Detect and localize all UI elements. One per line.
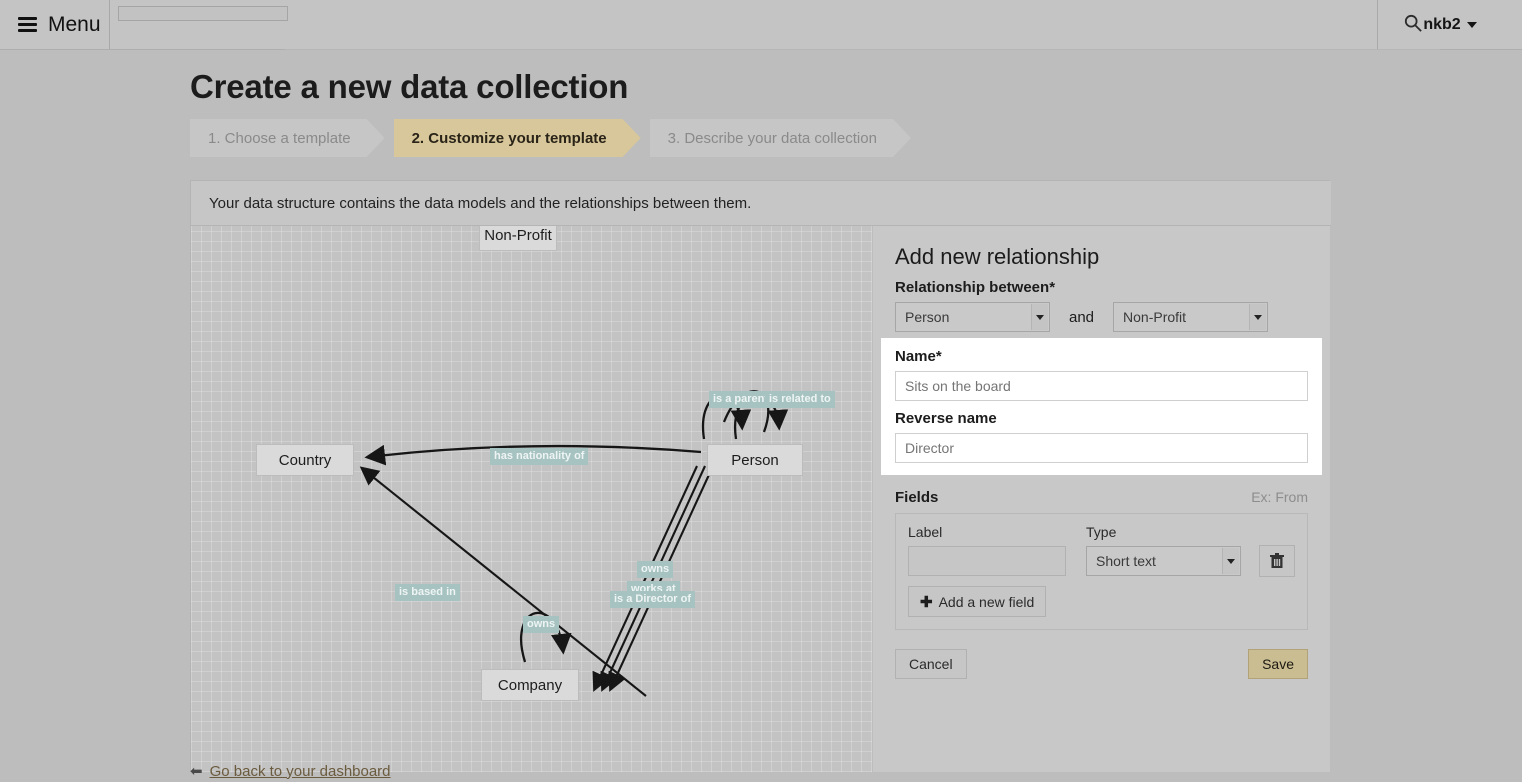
field-label-input[interactable] [908,546,1066,576]
fields-box: Label Type Short text [895,513,1308,630]
edge-label-owns-person-company: owns [637,561,673,578]
chevron-down-icon [1249,304,1266,330]
reverse-name-input[interactable]: Director [895,433,1308,463]
card-header: Your data structure contains the data mo… [191,181,1331,226]
node-label: Country [279,452,332,469]
page-title: Create a new data collection [190,68,628,106]
edge-label-text: has nationality of [494,450,584,462]
panel-title: Add new relationship [895,244,1308,270]
edge-label-text: owns [641,563,669,575]
navbar-placeholder-box [118,6,288,21]
edge-label-text: is a Director of [614,593,691,605]
edge-label-has-nationality-of: has nationality of [490,448,588,465]
diagram-node-person[interactable]: Person [707,444,803,476]
chevron-down-icon [1222,548,1239,574]
column-header-type: Type [1086,524,1264,540]
relationship-name-block: Name* Sits on the board Reverse name Dir… [881,338,1322,475]
menu-button-label: Menu [48,13,101,37]
fields-title: Fields [895,489,938,506]
add-new-field-button[interactable]: ✚ Add a new field [908,586,1046,617]
delete-field-button[interactable] [1259,545,1295,577]
fields-hint: Ex: From [1251,489,1308,505]
field-row: Short text [908,545,1295,577]
search-icon[interactable] [1404,14,1422,32]
step-1-choose-template[interactable]: 1. Choose a template [190,119,385,157]
navbar-center [110,0,1377,49]
step-wizard: 1. Choose a template 2. Customize your t… [190,119,920,157]
cancel-button[interactable]: Cancel [895,649,967,679]
save-button[interactable]: Save [1248,649,1308,679]
from-model-value: Person [905,309,949,325]
add-new-field-label: Add a new field [939,594,1035,610]
edge-label-text: is related to [769,393,831,405]
step-label: 1. Choose a template [208,130,351,147]
plus-icon: ✚ [920,593,933,611]
arrow-left-icon: ⬅ [190,762,203,780]
relationship-between-label: Relationship between* [895,279,1308,296]
chevron-down-icon [1467,22,1477,28]
dashboard-link-label: Go back to your dashboard [210,763,391,780]
step-3-describe-collection[interactable]: 3. Describe your data collection [650,119,911,157]
diagram-node-non-profit[interactable]: Non-Profit [479,226,557,251]
to-model-select[interactable]: Non-Profit [1113,302,1268,332]
field-type-value: Short text [1096,553,1156,569]
fields-header: Fields Ex: From [895,489,1308,506]
reverse-name-input-value: Director [905,440,954,456]
fields-column-headers: Label Type [908,524,1295,540]
column-header-label: Label [908,524,1086,540]
go-back-to-dashboard-link[interactable]: ⬅ Go back to your dashboard [190,762,391,780]
top-navbar: Menu nkb2 [0,0,1522,50]
search-input[interactable] [285,6,1385,36]
diagram-node-country[interactable]: Country [256,444,354,476]
data-structure-card: Your data structure contains the data mo… [190,180,1330,772]
name-label: Name* [895,348,1308,365]
name-input[interactable]: Sits on the board [895,371,1308,401]
step-label: 2. Customize your template [412,130,607,147]
field-type-select[interactable]: Short text [1086,546,1241,576]
edge-label-is-a-director-of: is a Director of [610,591,695,608]
node-label: Non-Profit [484,227,552,244]
chevron-down-icon [1031,304,1048,330]
relationship-models-row: Person and Non-Profit [895,302,1308,332]
search-bar[interactable] [285,0,1440,50]
edge-label-is-related-to: is related to [765,391,835,408]
form-actions: Cancel Save [895,649,1308,679]
edge-label-is-based-in: is based in [395,584,460,601]
step-label: 3. Describe your data collection [668,130,877,147]
trash-icon [1270,553,1284,569]
to-model-value: Non-Profit [1123,309,1186,325]
data-model-diagram[interactable]: Non-Profit Country Person Company is a p… [191,226,872,772]
from-model-select[interactable]: Person [895,302,1050,332]
edge-label-text: owns [527,618,555,630]
page-body: Create a new data collection 1. Choose a… [0,50,1522,782]
diagram-node-company[interactable]: Company [481,669,579,701]
edge-label-owns-company-company: owns [523,616,559,633]
reverse-name-label: Reverse name [895,410,1308,427]
step-2-customize-template[interactable]: 2. Customize your template [394,119,641,157]
save-label: Save [1262,656,1294,672]
cancel-label: Cancel [909,656,953,672]
name-input-value: Sits on the board [905,378,1011,394]
menu-button[interactable]: Menu [0,0,110,49]
node-label: Person [731,452,779,469]
node-label: Company [498,677,562,694]
add-relationship-panel: Add new relationship Relationship betwee… [872,226,1330,772]
hamburger-icon [18,14,37,35]
card-header-text: Your data structure contains the data mo… [209,195,751,212]
and-separator: and [1069,309,1094,326]
edge-label-text: is based in [399,586,456,598]
